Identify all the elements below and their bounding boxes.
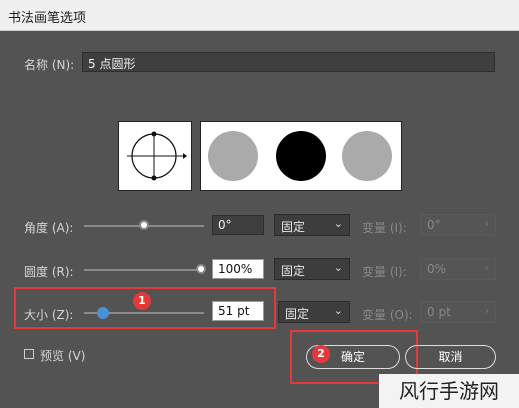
dialog-title: 书法画笔选项 bbox=[8, 11, 87, 26]
chevron-right-icon: › bbox=[484, 304, 489, 317]
chevron-right-icon: › bbox=[484, 217, 489, 230]
chevron-down-icon: ⌄ bbox=[333, 217, 343, 230]
name-label: 名称 (N): bbox=[24, 58, 75, 72]
size-label: 大小 (Z): bbox=[24, 308, 74, 322]
step-badge-1: 1 bbox=[133, 292, 151, 310]
angle-variation-field: 0° › bbox=[420, 214, 496, 236]
roundness-variation-field: 0% › bbox=[420, 258, 496, 280]
size-mode-value: 固定 bbox=[285, 307, 310, 321]
chevron-right-icon: › bbox=[484, 261, 489, 274]
brush-preview-circles bbox=[208, 131, 392, 181]
size-variation-value: 0 pt bbox=[427, 305, 451, 319]
angle-label: 角度 (A): bbox=[24, 221, 74, 235]
angle-variation-value: 0° bbox=[427, 218, 441, 232]
cancel-button-label: 取消 bbox=[438, 350, 463, 364]
angle-mode-value: 固定 bbox=[281, 220, 306, 234]
angle-input[interactable]: 0° bbox=[212, 215, 264, 235]
size-variation-field: 0 pt › bbox=[420, 301, 496, 323]
roundness-slider-track[interactable] bbox=[84, 269, 204, 271]
angle-slider-knob[interactable] bbox=[139, 220, 149, 230]
brush-shape-diagram bbox=[127, 131, 187, 181]
size-variation-label: 变量 (O): bbox=[362, 308, 413, 322]
calligraphic-brush-dialog: 书法画笔选项 名称 (N): 5 点圆形 角度 (A): 0° 固定 ⌄ 变量 … bbox=[0, 0, 519, 408]
chevron-down-icon: ⌄ bbox=[333, 261, 343, 274]
step-badge-2: 2 bbox=[312, 345, 330, 363]
preview-label: 预览 (V) bbox=[40, 349, 86, 363]
angle-mode-select[interactable]: 固定 ⌄ bbox=[274, 214, 350, 236]
angle-variation-label: 变量 (I): bbox=[362, 221, 407, 235]
name-input[interactable]: 5 点圆形 bbox=[82, 52, 495, 72]
roundness-label: 圆度 (R): bbox=[24, 265, 74, 279]
size-input[interactable]: 51 pt bbox=[212, 301, 264, 321]
chevron-down-icon: ⌄ bbox=[333, 304, 343, 317]
roundness-mode-value: 固定 bbox=[281, 264, 306, 278]
roundness-variation-value: 0% bbox=[427, 262, 447, 276]
roundness-input[interactable]: 100% bbox=[212, 259, 264, 279]
brush-shape-editor[interactable] bbox=[118, 121, 192, 191]
preview-checkbox[interactable] bbox=[24, 349, 34, 359]
brush-preview bbox=[200, 121, 402, 191]
ok-button-label: 确定 bbox=[340, 350, 365, 364]
roundness-slider-knob[interactable] bbox=[196, 264, 206, 274]
roundness-mode-select[interactable]: 固定 ⌄ bbox=[274, 258, 350, 280]
cancel-button[interactable]: 取消 bbox=[405, 345, 496, 369]
watermark-banner: 风行手游网 bbox=[379, 374, 519, 408]
size-mode-select[interactable]: 固定 ⌄ bbox=[278, 301, 350, 323]
title-bar: 书法画笔选项 bbox=[0, 0, 519, 31]
roundness-variation-label: 变量 (I): bbox=[362, 265, 407, 279]
